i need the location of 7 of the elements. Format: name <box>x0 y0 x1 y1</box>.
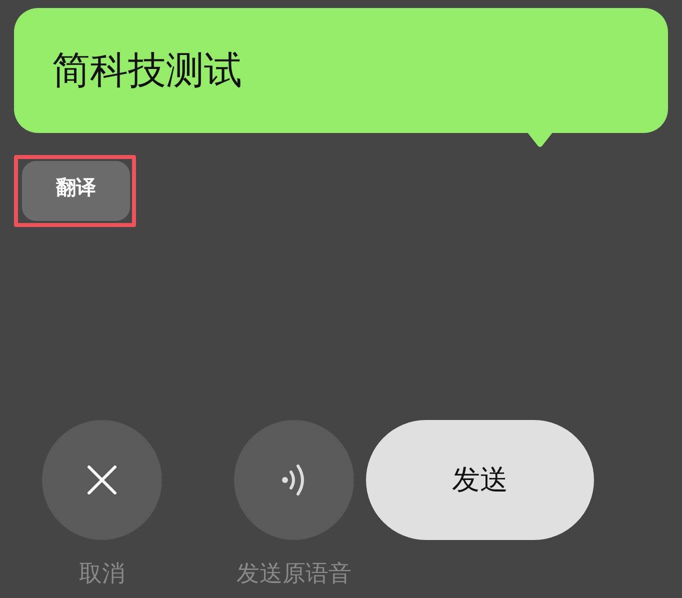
translate-button[interactable]: 翻译 <box>22 161 130 221</box>
close-icon <box>87 465 117 495</box>
action-label: 发送原语音 <box>236 560 352 589</box>
message-text: 简科技测试 <box>52 47 242 94</box>
send-button[interactable]: 发送 <box>366 420 594 540</box>
sound-wave-icon <box>281 463 307 497</box>
action-label: 取消 <box>79 560 125 589</box>
